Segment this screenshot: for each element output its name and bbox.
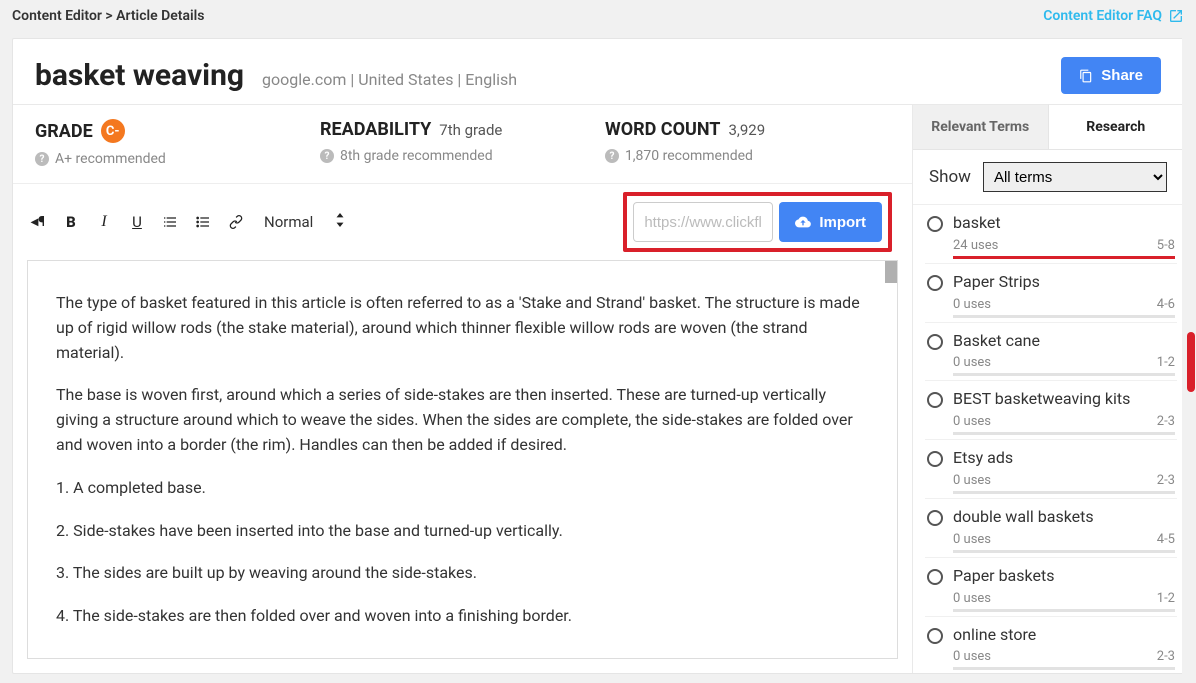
unordered-list-button[interactable] [192,207,214,237]
cloud-upload-icon [795,214,811,230]
term-bar [953,491,1175,494]
editor-paragraph: The type of basket featured in this arti… [56,291,869,365]
term-item[interactable]: double wall baskets 0 uses 4-5 [925,498,1177,557]
format-select[interactable]: Normal [264,213,345,231]
metric-wordcount: WORD COUNT 3,929 ?1,870 recommended [605,119,890,167]
metric-grade: GRADE C- ?A+ recommended [35,119,320,167]
radio-button[interactable] [927,451,943,467]
share-button[interactable]: Share [1061,57,1161,94]
tab-research[interactable]: Research [1049,104,1184,150]
term-uses: 0 uses [953,532,991,547]
term-range: 1-2 [1157,355,1175,370]
underline-button[interactable]: U [126,207,148,237]
editor-paragraph: 3. The sides are built up by weaving aro… [56,561,869,586]
term-bar [953,667,1175,670]
page-title: basket weaving [35,58,244,93]
term-bar [953,315,1175,318]
term-item[interactable]: Basket cane 0 uses 1-2 [925,322,1177,381]
italic-button[interactable]: I [93,207,115,237]
radio-button[interactable] [927,216,943,232]
help-icon[interactable]: ? [35,152,49,166]
paragraph-direction-icon[interactable]: ◂¶ [27,207,49,237]
term-item[interactable]: Etsy ads 0 uses 2-3 [925,439,1177,498]
term-range: 2-3 [1157,649,1175,664]
page-scrollbar[interactable] [1182,0,1196,683]
grade-badge: C- [101,119,125,143]
term-item[interactable]: Paper Strips 0 uses 4-6 [925,263,1177,322]
term-name: double wall baskets [953,507,1175,528]
content-editor[interactable]: The type of basket featured in this arti… [27,260,898,659]
term-item[interactable]: online store 0 uses 2-3 [925,616,1177,673]
term-bar [953,550,1175,553]
chevron-updown-icon [335,213,345,231]
faq-label: Content Editor FAQ [1043,8,1162,24]
radio-button[interactable] [927,510,943,526]
editor-paragraph: 1. A completed base. [56,476,869,501]
term-item[interactable]: basket 24 uses 5-8 [925,205,1177,263]
term-bar [953,373,1175,376]
radio-button[interactable] [927,392,943,408]
editor-toolbar: ◂¶ B I U Normal [27,207,345,237]
term-name: Etsy ads [953,448,1175,469]
page-subtitle: google.com | United States | English [262,70,517,89]
term-bar [953,609,1175,612]
term-range: 4-6 [1157,297,1175,312]
copy-icon [1079,69,1093,83]
share-label: Share [1101,67,1143,84]
term-item[interactable]: BEST basketweaving kits 0 uses 2-3 [925,380,1177,439]
term-range: 5-8 [1157,238,1175,253]
scrollbar-thumb[interactable] [1187,332,1195,392]
term-name: Paper Strips [953,272,1175,293]
editor-paragraph: 4. The side-stakes are then folded over … [56,604,869,629]
editor-paragraph: 2. Side-stakes have been inserted into t… [56,519,869,544]
faq-link[interactable]: Content Editor FAQ [1043,8,1184,24]
breadcrumb: Content Editor > Article Details [12,8,205,24]
ordered-list-button[interactable] [159,207,181,237]
term-uses: 0 uses [953,355,991,370]
term-bar [953,432,1175,435]
term-range: 4-5 [1157,532,1175,547]
show-label: Show [929,167,971,187]
term-uses: 0 uses [953,649,991,664]
term-item[interactable]: Paper baskets 0 uses 1-2 [925,557,1177,616]
term-uses: 0 uses [953,414,991,429]
tab-relevant-terms[interactable]: Relevant Terms [913,104,1049,150]
term-uses: 24 uses [953,238,998,253]
help-icon[interactable]: ? [605,149,619,163]
bold-button[interactable]: B [60,207,82,237]
radio-button[interactable] [927,628,943,644]
term-name: BEST basketweaving kits [953,389,1175,410]
term-name: Basket cane [953,331,1175,352]
term-uses: 0 uses [953,591,991,606]
term-uses: 0 uses [953,297,991,312]
radio-button[interactable] [927,275,943,291]
sidebar: Relevant Terms Research Show All terms b… [913,104,1183,673]
term-range: 1-2 [1157,591,1175,606]
term-bar [953,256,1175,259]
show-select[interactable]: All terms [983,162,1167,192]
term-uses: 0 uses [953,473,991,488]
import-button[interactable]: Import [779,202,882,242]
term-range: 2-3 [1157,473,1175,488]
term-name: online store [953,625,1175,646]
term-range: 2-3 [1157,414,1175,429]
editor-paragraph: The base is woven first, around which a … [56,383,869,457]
term-name: Paper baskets [953,566,1175,587]
link-button[interactable] [225,207,247,237]
metric-readability: READABILITY 7th grade ?8th grade recomme… [320,119,605,167]
import-area: Import [623,192,892,252]
radio-button[interactable] [927,334,943,350]
term-name: basket [953,213,1175,234]
scrollbar-thumb[interactable] [885,261,897,283]
radio-button[interactable] [927,569,943,585]
help-icon[interactable]: ? [320,149,334,163]
import-url-input[interactable] [633,202,773,242]
